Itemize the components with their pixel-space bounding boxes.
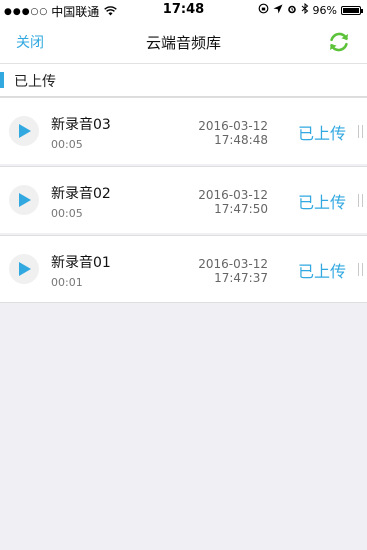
section-title: 已上传 <box>14 74 56 90</box>
recording-duration: 00:05 <box>51 138 83 151</box>
recording-date: 2016-03-12 <box>198 257 268 271</box>
recording-date: 2016-03-12 <box>198 188 268 202</box>
recording-name: 新录音03 <box>51 117 111 133</box>
navigation-bar: 关闭 云端音频库 <box>0 20 367 64</box>
recording-time: 17:47:50 <box>214 202 268 216</box>
recording-duration: 00:01 <box>51 276 83 289</box>
play-button[interactable] <box>9 185 39 215</box>
play-button[interactable] <box>9 116 39 146</box>
play-icon <box>19 262 31 276</box>
close-button[interactable]: 关闭 <box>16 32 44 52</box>
battery-icon <box>341 5 363 15</box>
status-right: 96% <box>258 2 363 17</box>
battery-percent: 96% <box>312 3 337 17</box>
recording-name: 新录音01 <box>51 255 111 271</box>
list-item[interactable]: 新录音03 00:05 2016-03-12 17:48:48 已上传 <box>0 97 367 164</box>
recording-duration: 00:05 <box>51 207 83 220</box>
section-header-uploaded: 已上传 <box>0 64 367 97</box>
list-item[interactable]: 新录音02 00:05 2016-03-12 17:47:50 已上传 <box>0 166 367 233</box>
refresh-icon[interactable] <box>327 30 351 54</box>
alarm-icon <box>287 4 297 17</box>
drag-handle[interactable] <box>358 194 363 207</box>
upload-status: 已上传 <box>298 262 347 281</box>
orientation-lock-icon <box>258 3 269 17</box>
drag-handle[interactable] <box>358 125 363 138</box>
bluetooth-icon <box>301 2 309 17</box>
recording-name: 新录音02 <box>51 186 111 202</box>
page-title: 云端音频库 <box>145 34 221 52</box>
section-accent-bar <box>0 72 4 88</box>
recording-time: 17:48:48 <box>214 133 268 147</box>
recording-list: 新录音03 00:05 2016-03-12 17:48:48 已上传 新录音0… <box>0 97 367 303</box>
location-icon <box>273 4 283 17</box>
play-icon <box>19 124 31 138</box>
recording-date: 2016-03-12 <box>198 119 268 133</box>
list-item[interactable]: 新录音01 00:01 2016-03-12 17:47:37 已上传 <box>0 235 367 303</box>
upload-status: 已上传 <box>298 193 347 212</box>
play-icon <box>19 193 31 207</box>
upload-status: 已上传 <box>298 124 347 143</box>
drag-handle[interactable] <box>358 263 363 276</box>
recording-time: 17:47:37 <box>214 271 268 285</box>
play-button[interactable] <box>9 254 39 284</box>
status-bar: ●●●○○ 中国联通 17:48 96% <box>0 0 367 20</box>
